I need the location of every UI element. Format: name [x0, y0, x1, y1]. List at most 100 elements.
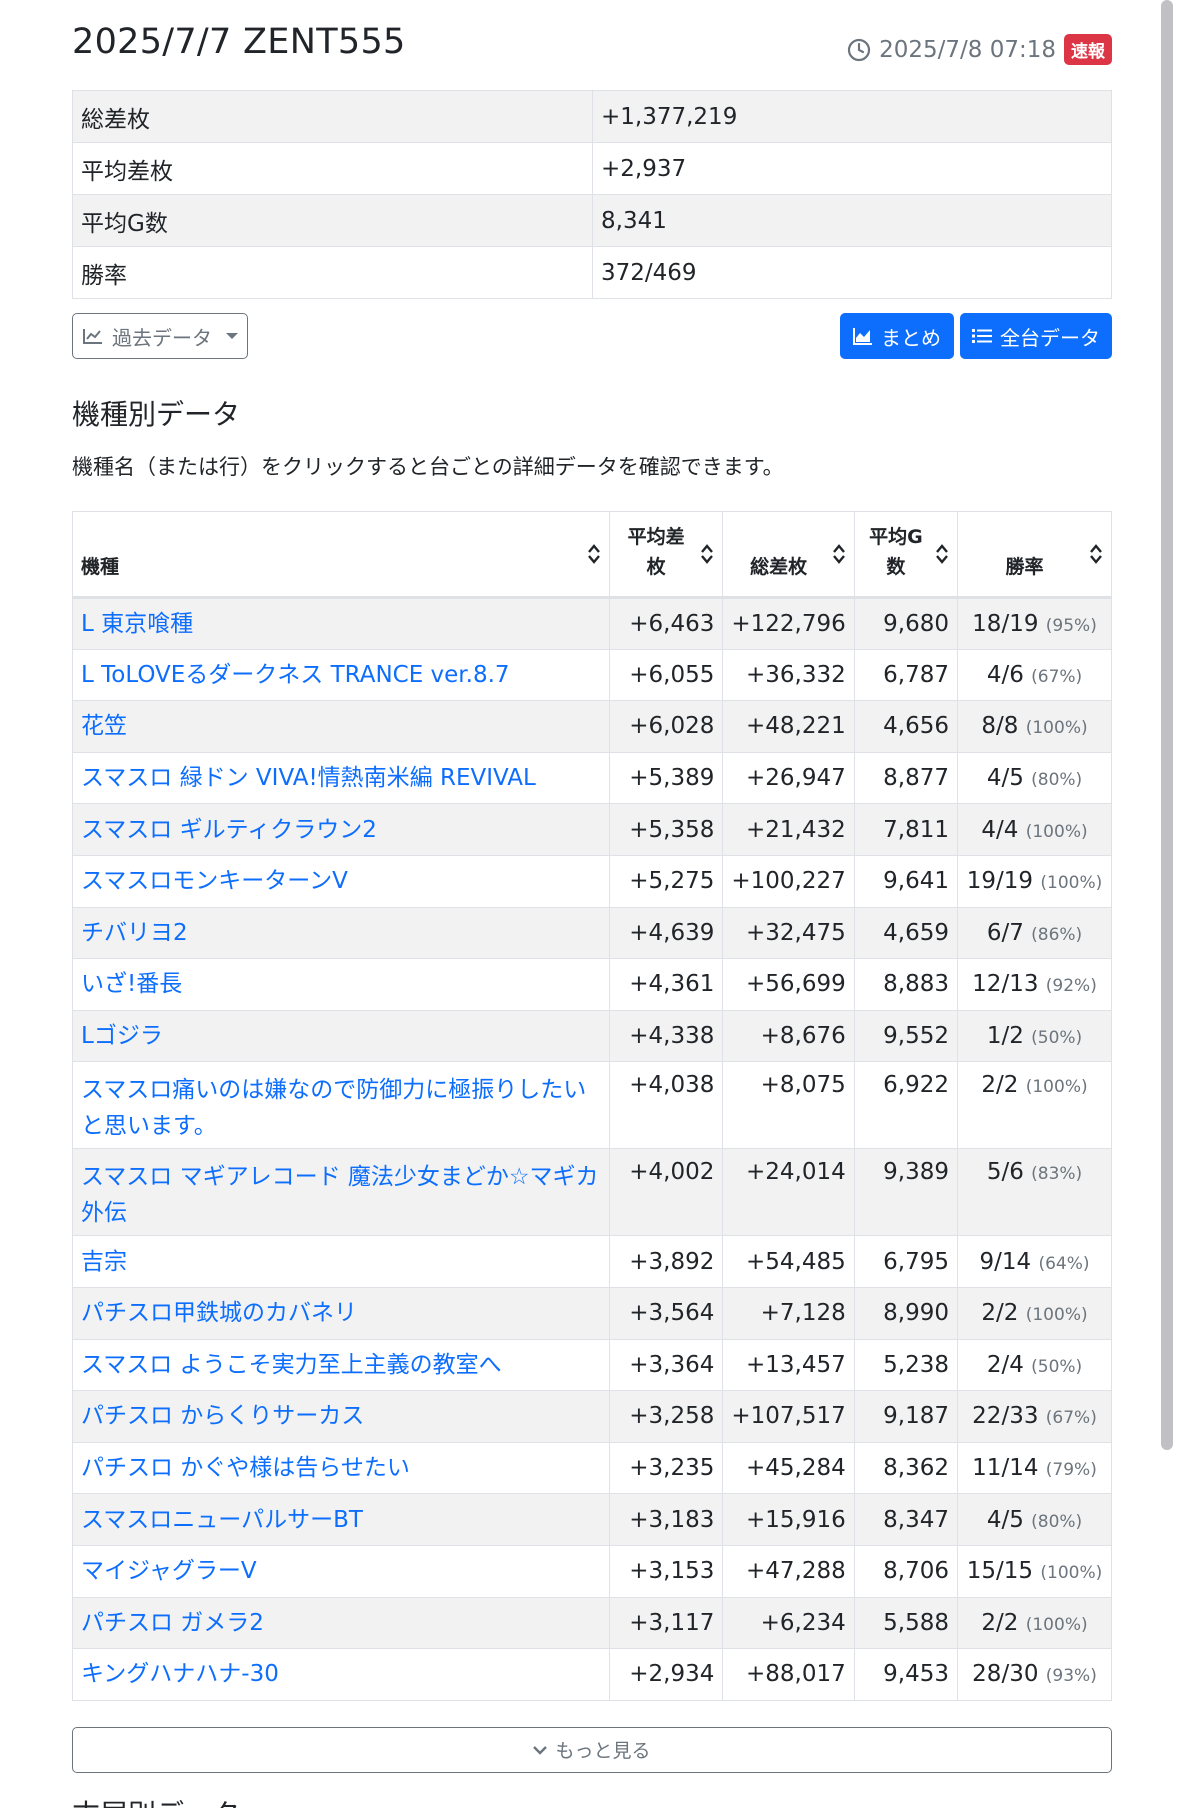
- total-diff-cell: +56,699: [722, 958, 855, 1011]
- avg-diff-cell: +3,153: [608, 1544, 724, 1598]
- machine-link[interactable]: パチスロ からくりサーカス: [81, 1403, 364, 1429]
- column-header-label: 平均G 数: [869, 522, 923, 582]
- machine-link[interactable]: スマスロ ギルティクラウン2: [81, 817, 377, 843]
- table-row[interactable]: スマスロモンキーターンV +5,275 +100,227 9,641 19/19 (10…: [72, 854, 1112, 908]
- column-header-machine[interactable]: 機種: [72, 511, 610, 599]
- machine-name-cell: Lゴジラ: [72, 1009, 610, 1063]
- machine-table: 機種 平均差枚 総差枚 平均G 数 勝率 L 東京喰種 +6,463 +122,…: [72, 511, 1112, 1701]
- sort-icon: [1090, 544, 1102, 564]
- machine-link[interactable]: パチスロ かぐや様は告らせたい: [81, 1455, 410, 1481]
- machine-link[interactable]: Lゴジラ: [81, 1023, 163, 1049]
- machine-link[interactable]: スマスロ 緑ドン VIVA!情熱南米編 REVIVAL: [81, 765, 536, 791]
- total-diff-cell: +48,221: [722, 700, 855, 753]
- avg-games-cell: 8,362: [853, 1441, 959, 1495]
- avg-diff-cell: +4,002: [608, 1148, 724, 1237]
- avg-diff-cell: +3,364: [608, 1338, 724, 1392]
- machine-link[interactable]: チバリヨ2: [81, 920, 188, 946]
- column-header-win-rate[interactable]: 勝率: [957, 511, 1112, 599]
- page: 2025/7/7 ZENT555 2025/7/8 07:18 速報 総差枚 +…: [0, 0, 1179, 1808]
- win-rate-cell: 1/2 (50%): [957, 1009, 1112, 1063]
- win-rate-percent: (80%): [1031, 1511, 1083, 1532]
- machine-link[interactable]: キングハナハナ-30: [81, 1661, 279, 1687]
- table-row[interactable]: スマスロ痛いのは嫌なので防御力に極振りしたいと思います。 +4,038 +8,075…: [72, 1061, 1112, 1150]
- table-row[interactable]: いざ!番長 +4,361 +56,699 8,883 12/13 (92%): [72, 958, 1112, 1011]
- all-data-button[interactable]: 全台データ: [960, 313, 1112, 359]
- summary-label: 勝率: [72, 246, 593, 299]
- show-more-label: もっと見る: [555, 1741, 651, 1763]
- summary-label: 平均差枚: [72, 142, 593, 195]
- sort-icon: [587, 544, 600, 564]
- chevron-down-icon: [533, 1745, 548, 1755]
- machine-link[interactable]: パチスロ甲鉄城のカバネリ: [81, 1300, 357, 1326]
- status-badge: 速報: [1064, 34, 1112, 65]
- total-diff-cell: +54,485: [722, 1235, 855, 1288]
- scrollbar[interactable]: [1161, 0, 1173, 1450]
- table-row[interactable]: キングハナハナ-30 +2,934 +88,017 9,453 28/30 (93%): [72, 1648, 1112, 1701]
- machine-link[interactable]: L 東京喰種: [81, 611, 193, 637]
- column-header-total-diff[interactable]: 総差枚: [722, 511, 855, 599]
- machine-link[interactable]: いざ!番長: [81, 971, 182, 997]
- table-row[interactable]: スマスロ ようこそ実力至上主義の教室へ +3,364 +13,457 5,238 2/4…: [72, 1338, 1112, 1392]
- column-header-label: 総差枚: [750, 556, 808, 578]
- table-row[interactable]: スマスロ 緑ドン VIVA!情熱南米編 REVIVAL +5,389 +26,947…: [72, 751, 1112, 805]
- win-rate-value: 2/2: [981, 1300, 1019, 1327]
- machine-name-cell: パチスロ からくりサーカス: [72, 1390, 610, 1443]
- table-row[interactable]: スマスロ マギアレコード 魔法少女まどか☆マギカ外伝 +4,002 +24,014 9…: [72, 1148, 1112, 1237]
- table-row[interactable]: チバリヨ2 +4,639 +32,475 4,659 6/7 (86%): [72, 906, 1112, 960]
- win-rate-percent: (100%): [1025, 718, 1088, 739]
- win-rate-percent: (100%): [1025, 1077, 1088, 1098]
- machine-name-cell: いざ!番長: [72, 958, 610, 1011]
- summary-button-label: まとめ: [881, 325, 941, 350]
- show-more-button[interactable]: もっと見る: [72, 1726, 1112, 1773]
- machine-link[interactable]: パチスロ ガメラ2: [81, 1610, 264, 1636]
- total-diff-cell: +32,475: [722, 906, 855, 960]
- machine-table-body: L 東京喰種 +6,463 +122,796 9,680 18/19 (95%) L To…: [72, 597, 1112, 1701]
- table-row[interactable]: スマスロニューパルサーBT +3,183 +15,916 8,347 4/5 (80%): [72, 1493, 1112, 1546]
- past-data-dropdown[interactable]: 過去データ: [72, 313, 248, 359]
- machine-link[interactable]: L ToLOVEるダークネス TRANCE ver.8.7: [81, 662, 510, 688]
- table-row[interactable]: L ToLOVEるダークネス TRANCE ver.8.7 +6,055 +36,3…: [72, 648, 1112, 702]
- summary-button[interactable]: まとめ: [840, 313, 954, 359]
- table-row[interactable]: パチスロ ガメラ2 +3,117 +6,234 5,588 2/2 (100%): [72, 1596, 1112, 1650]
- machine-table-header: 機種 平均差枚 総差枚 平均G 数 勝率: [72, 511, 1112, 599]
- machine-link[interactable]: スマスロ マギアレコード 魔法少女まどか☆マギカ外伝: [81, 1164, 599, 1226]
- table-row[interactable]: L 東京喰種 +6,463 +122,796 9,680 18/19 (95%): [72, 597, 1112, 650]
- table-row[interactable]: パチスロ からくりサーカス +3,258 +107,517 9,187 22/33 (6…: [72, 1390, 1112, 1443]
- machine-name-cell: キングハナハナ-30: [72, 1648, 610, 1701]
- table-row[interactable]: パチスロ甲鉄城のカバネリ +3,564 +7,128 8,990 2/2 (100%): [72, 1286, 1112, 1340]
- machine-link[interactable]: 吉宗: [81, 1249, 127, 1275]
- machine-link[interactable]: スマスロニューパルサーBT: [81, 1507, 363, 1533]
- avg-diff-cell: +6,055: [608, 648, 724, 702]
- avg-games-cell: 6,922: [853, 1061, 959, 1150]
- machine-link[interactable]: マイジャグラーV: [81, 1558, 257, 1584]
- win-rate-value: 1/2: [986, 1023, 1024, 1050]
- table-row[interactable]: パチスロ かぐや様は告らせたい +3,235 +45,284 8,362 11/14 (…: [72, 1441, 1112, 1495]
- machine-link[interactable]: 花笠: [81, 713, 127, 739]
- machine-link[interactable]: スマスロ痛いのは嫌なので防御力に極振りしたいと思います。: [81, 1077, 586, 1139]
- sort-icon: [832, 544, 845, 564]
- avg-diff-cell: +5,275: [608, 854, 724, 908]
- summary-table: 総差枚 +1,377,219 平均差枚 +2,937 平均G数 8,341 勝率…: [72, 90, 1112, 299]
- total-diff-cell: +24,014: [722, 1148, 855, 1237]
- machine-name-cell: L 東京喰種: [72, 597, 610, 650]
- total-diff-cell: +13,457: [722, 1338, 855, 1392]
- win-rate-cell: 4/5 (80%): [957, 1493, 1112, 1546]
- machine-link[interactable]: スマスロモンキーターンV: [81, 868, 348, 894]
- table-row[interactable]: 花笠 +6,028 +48,221 4,656 8/8 (100%): [72, 700, 1112, 753]
- machine-name-cell: チバリヨ2: [72, 906, 610, 960]
- table-row[interactable]: Lゴジラ +4,338 +8,676 9,552 1/2 (50%): [72, 1009, 1112, 1063]
- win-rate-cell: 2/2 (100%): [957, 1286, 1112, 1340]
- column-header-avg-diff[interactable]: 平均差枚: [608, 511, 724, 599]
- win-rate-percent: (83%): [1031, 1164, 1083, 1185]
- column-header-label: 機種: [81, 556, 120, 578]
- clock-icon: [847, 38, 871, 61]
- table-row[interactable]: スマスロ ギルティクラウン2 +5,358 +21,432 7,811 4/4 (100…: [72, 803, 1112, 856]
- table-row[interactable]: マイジャグラーV +3,153 +47,288 8,706 15/15 (100%): [72, 1544, 1112, 1598]
- column-header-avg-games[interactable]: 平均G 数: [853, 511, 959, 599]
- updated-info: 2025/7/8 07:18 速報: [847, 34, 1112, 65]
- machine-link[interactable]: スマスロ ようこそ実力至上主義の教室へ: [81, 1352, 502, 1378]
- avg-diff-cell: +5,389: [608, 751, 724, 805]
- avg-diff-cell: +2,934: [608, 1648, 724, 1701]
- table-row[interactable]: 吉宗 +3,892 +54,485 6,795 9/14 (64%): [72, 1235, 1112, 1288]
- avg-games-cell: 9,641: [853, 854, 959, 908]
